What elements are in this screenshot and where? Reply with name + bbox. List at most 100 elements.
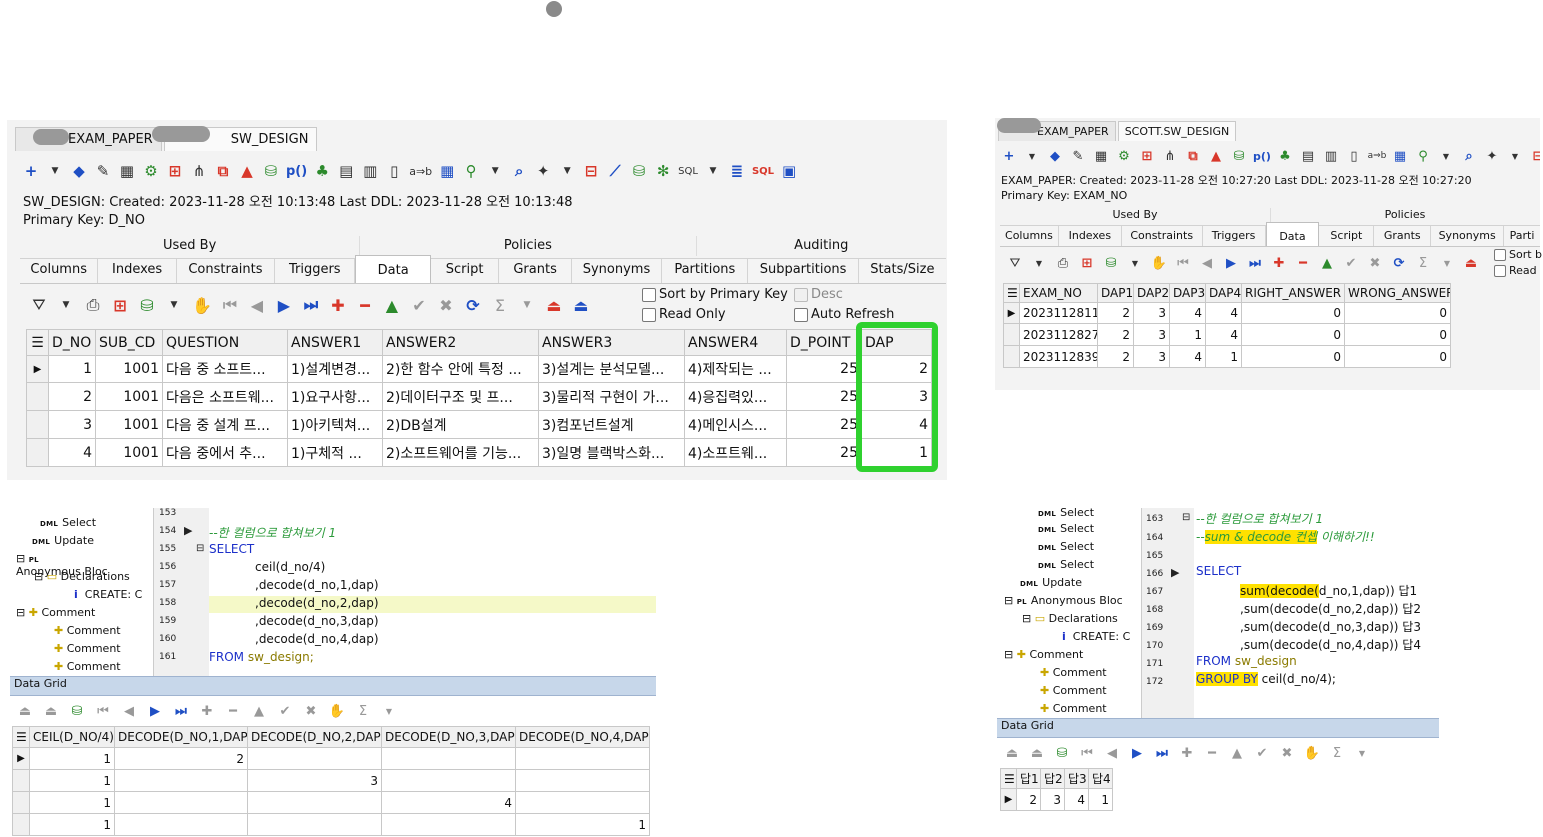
column-header[interactable]: QUESTION — [162, 329, 288, 356]
report-icon[interactable]: ▥ — [1322, 146, 1340, 166]
sort-by-pk-checkbox[interactable]: Sort by Primary Key — [642, 287, 788, 302]
tree-item-select[interactable]: DML Select — [1038, 522, 1094, 535]
table-row[interactable]: 2023112827 2 3 1 4 0 0 — [1003, 323, 1451, 346]
column-header[interactable]: ANSWER1 — [287, 329, 383, 356]
stack-icon[interactable]: ⛁ — [630, 161, 648, 181]
fold-icon[interactable]: ⊟ — [196, 543, 204, 554]
tab-script[interactable]: Script — [431, 259, 500, 283]
dropdown-icon[interactable]: ▼ — [1353, 743, 1371, 763]
column-header[interactable]: DECODE(D_NO,2,DAP) — [247, 726, 382, 748]
table-row[interactable]: ▶ 1 2 — [12, 747, 650, 770]
parallel-icon[interactable]: p() — [1253, 146, 1271, 166]
tab-data[interactable]: Data — [1265, 222, 1320, 246]
table-row[interactable]: ▶ 2023112811 2 3 4 4 0 0 — [1003, 302, 1451, 324]
grid-icon[interactable]: ▦ — [438, 161, 456, 181]
dropdown-icon[interactable]: ▼ — [1438, 253, 1456, 273]
table-row[interactable]: ▶ 1 1001 다음 중 소프트... 1)설계변경... 2)한 함수 안에… — [26, 355, 932, 383]
network-icon[interactable]: ✻ — [654, 161, 672, 181]
tree-item-select[interactable]: DML Select — [1038, 558, 1094, 571]
import-icon[interactable]: ⏏ — [16, 701, 34, 721]
tab-data[interactable]: Data — [355, 255, 431, 283]
tree-icon[interactable]: ♣ — [313, 161, 331, 181]
tree-item-declarations[interactable]: ⊟ ▭ Declarations — [1022, 612, 1118, 625]
dropdown-icon[interactable]: ▼ — [57, 295, 75, 315]
tab-triggers[interactable]: Triggers — [275, 259, 356, 283]
tab-subpartitions[interactable]: Subpartitions — [748, 259, 859, 283]
database-icon[interactable]: ⛁ — [68, 701, 86, 721]
refresh-icon[interactable]: ⟳ — [464, 295, 482, 315]
import-icon[interactable]: ⏏ — [1462, 253, 1480, 273]
tree-item-create[interactable]: i CREATE: C — [74, 588, 142, 601]
sum-icon[interactable]: Σ — [1414, 253, 1432, 273]
checkbox-box[interactable] — [642, 307, 656, 322]
tab-partitions[interactable]: Partitions — [662, 259, 749, 283]
cancel-icon[interactable]: ✖ — [1278, 743, 1296, 763]
alert-icon[interactable]: ▲ — [238, 161, 256, 181]
sql-tool-icon[interactable]: SQL — [752, 161, 774, 181]
tree-item-update[interactable]: DML Update — [1020, 576, 1082, 589]
add-icon[interactable]: + — [1000, 146, 1018, 166]
tab-indexes[interactable]: Indexes — [1059, 226, 1122, 246]
column-header[interactable]: D_NO — [48, 329, 96, 356]
tree-item-comment[interactable]: ✚ Comment — [54, 660, 121, 673]
hand-icon[interactable]: ✋ — [328, 701, 346, 721]
column-header[interactable]: DAP2 — [1133, 283, 1170, 303]
column-header[interactable]: 답2 — [1040, 768, 1065, 789]
sort-by-checkbox[interactable]: Sort b — [1494, 248, 1542, 261]
checkbox-box[interactable] — [642, 287, 656, 302]
fold-icon[interactable]: ⊟ — [1182, 512, 1190, 523]
last-record-icon[interactable]: ⏭ — [302, 295, 320, 315]
database-icon[interactable]: ⛁ — [1102, 253, 1120, 273]
sum-icon[interactable]: Σ — [354, 701, 372, 721]
post-icon[interactable]: ▲ — [250, 701, 268, 721]
column-header[interactable]: 답4 — [1088, 768, 1113, 789]
database-icon[interactable]: ⛁ — [1053, 743, 1071, 763]
sum-icon[interactable]: Σ — [1328, 743, 1346, 763]
prev-record-icon[interactable]: ◀ — [120, 701, 138, 721]
copy-icon[interactable]: ⧉ — [1184, 146, 1202, 166]
window-icon[interactable]: ▣ — [780, 161, 798, 181]
hand-icon[interactable]: ✋ — [1303, 743, 1321, 763]
first-record-icon[interactable]: ⏮ — [1078, 743, 1096, 763]
dropdown-icon[interactable]: ▼ — [380, 701, 398, 721]
column-header[interactable]: DECODE(D_NO,3,DAP) — [381, 726, 516, 748]
table-row[interactable]: 1 3 — [12, 769, 650, 792]
next-record-icon[interactable]: ▶ — [146, 701, 164, 721]
import-icon[interactable]: ⏏ — [1003, 743, 1021, 763]
dependency-icon[interactable]: ⋔ — [1161, 146, 1179, 166]
edit-icon[interactable]: ✎ — [94, 161, 112, 181]
column-header[interactable]: D_POINT — [786, 329, 862, 356]
compile-icon[interactable]: ◆ — [1046, 146, 1064, 166]
delete-icon[interactable]: ━ — [1294, 253, 1312, 273]
report-icon[interactable]: ▥ — [361, 161, 379, 181]
sql-icon[interactable]: SQL — [678, 161, 698, 181]
next-record-icon[interactable]: ▶ — [275, 295, 293, 315]
column-header[interactable]: DAP4 — [1205, 283, 1242, 303]
table-row[interactable]: 3 1001 다음 중 설계 프... 1)아키텍쳐... 2)DB설계 3)컴… — [26, 410, 932, 439]
last-record-icon[interactable]: ⏭ — [172, 701, 190, 721]
column-header[interactable]: ANSWER2 — [382, 329, 539, 356]
tree-item-comment[interactable]: ✚ Comment — [54, 624, 121, 637]
tree-item-create[interactable]: i CREATE: C — [1062, 630, 1130, 643]
dropdown-icon[interactable]: ▼ — [1506, 146, 1524, 166]
column-header[interactable]: EXAM_NO — [1019, 283, 1098, 303]
upload-icon[interactable]: ⏏ — [572, 295, 590, 315]
tab-stats-size[interactable]: Stats/Size — [859, 259, 946, 283]
tab-sw-design[interactable]: SCOTT.SW_DESIGN — [1117, 121, 1237, 141]
file-icon[interactable]: ▯ — [1345, 146, 1363, 166]
check-icon[interactable]: ✔ — [1253, 743, 1271, 763]
column-header[interactable]: DAP3 — [1169, 283, 1206, 303]
cancel-icon[interactable]: ✖ — [437, 295, 455, 315]
prev-record-icon[interactable]: ◀ — [1103, 743, 1121, 763]
rename-icon[interactable]: a⇒b — [409, 161, 432, 181]
hand-icon[interactable]: ✋ — [1150, 253, 1168, 273]
dropdown-icon[interactable]: ▼ — [1030, 253, 1048, 273]
first-record-icon[interactable]: ⏮ — [1174, 253, 1192, 273]
cancel-icon[interactable]: ✖ — [1366, 253, 1384, 273]
table-row[interactable]: 1 4 — [12, 791, 650, 814]
bulb-icon[interactable]: ✦ — [534, 161, 552, 181]
desc-checkbox[interactable]: Desc — [794, 287, 843, 302]
insert-icon[interactable]: ✚ — [198, 701, 216, 721]
sum-icon[interactable]: Σ — [491, 295, 509, 315]
hierarchy-icon[interactable]: ⊟ — [1529, 146, 1540, 166]
